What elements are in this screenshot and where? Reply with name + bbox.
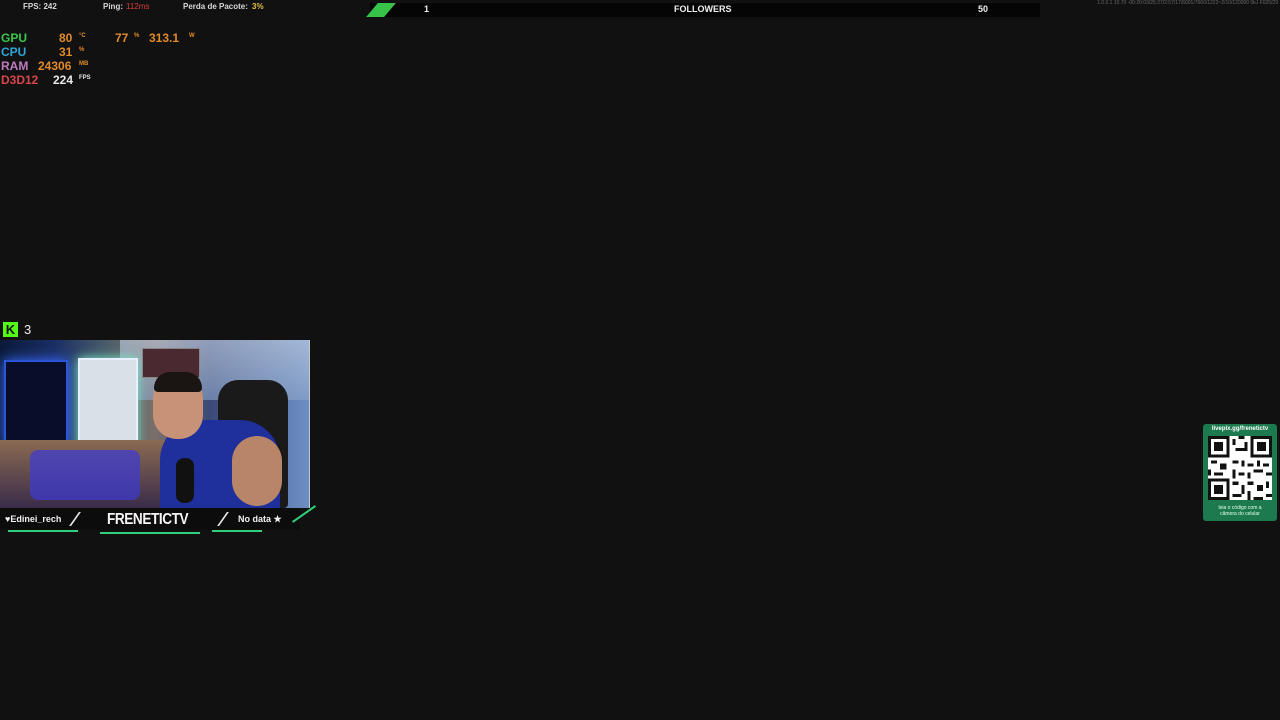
- hardware-monitor-overlay: GPU 80 °C 77 % 313.1 W CPU 31 % RAM 2430…: [1, 31, 201, 87]
- kick-logo-icon: K: [3, 322, 18, 337]
- livepix-qr-widget[interactable]: livepix.gg/frenetictv leia o código com …: [1203, 424, 1277, 521]
- packet-loss-label: Perda de Pacote:: [183, 2, 248, 11]
- ram-row: RAM 24306 MB: [1, 59, 201, 73]
- api-fps: 224: [53, 73, 74, 87]
- webcam-pc-case-right: [78, 358, 138, 452]
- webcam-desk-glow: [30, 450, 140, 500]
- cpu-load: 31: [59, 45, 73, 59]
- api-label: D3D12: [1, 73, 39, 87]
- webcam-microphone: [176, 458, 194, 503]
- gpu-label: GPU: [1, 31, 28, 45]
- follower-goal-bar: 1 FOLLOWERS 50: [366, 3, 1040, 17]
- webcam-name-strip: ♥Edinei_rech FRENETICTV No data ★: [0, 505, 320, 536]
- follower-goal-current: 1: [424, 4, 430, 14]
- qr-code-icon: [1208, 436, 1272, 500]
- qr-caption-line2: câmera do celular: [1220, 511, 1260, 517]
- ram-label: RAM: [1, 59, 29, 73]
- qr-url: livepix.gg/frenetictv: [1211, 426, 1269, 432]
- follower-goal-target: 50: [978, 4, 989, 14]
- gpu-row: GPU 80 °C 77 % 313.1 W: [1, 31, 201, 45]
- follower-goal-label: FOLLOWERS: [674, 4, 732, 14]
- kick-viewer-count: K 3: [3, 322, 31, 337]
- status-text: No data ★: [238, 514, 282, 524]
- channel-brand: FRENETICTV: [107, 511, 189, 528]
- webcam-streamer-hair: [154, 372, 202, 392]
- last-chatter: ♥Edinei_rech: [5, 514, 62, 524]
- gpu-temp: 80: [59, 31, 73, 45]
- webcam-streamer-arm: [232, 436, 282, 506]
- strip-accent-line: [8, 530, 78, 532]
- ram-value: 24306: [38, 59, 72, 73]
- cpu-row: CPU 31 %: [1, 45, 201, 59]
- gpu-power: 313.1: [149, 31, 180, 45]
- ram-unit: MB: [79, 61, 89, 67]
- gpu-load-unit: %: [134, 33, 140, 39]
- gpu-load: 77: [115, 31, 129, 45]
- fps-readout: FPS: 242: [23, 2, 57, 11]
- webcam-feed: [0, 340, 310, 508]
- api-fps-unit: FPS: [79, 75, 91, 81]
- follower-goal-fill: [366, 3, 396, 17]
- cpu-label: CPU: [1, 45, 27, 59]
- api-row: D3D12 224 FPS: [1, 73, 201, 87]
- cpu-load-unit: %: [79, 47, 85, 53]
- strip-accent-line: [212, 530, 262, 532]
- qr-caption: leia o código com a câmera do celular: [1203, 505, 1277, 517]
- strip-accent-line: [100, 532, 200, 534]
- debug-readout: 1.0.0.1 10.70 -00:20:03/25:27/2:57/17/60…: [1097, 0, 1278, 6]
- packet-loss-value: 3%: [252, 2, 264, 11]
- ping-label: Ping:: [103, 2, 123, 11]
- ping-value: 112ms: [126, 2, 150, 11]
- gpu-temp-unit: °C: [79, 33, 86, 39]
- viewer-count: 3: [24, 322, 32, 337]
- gpu-power-unit: W: [189, 33, 195, 39]
- webcam-pc-case-left: [4, 360, 68, 444]
